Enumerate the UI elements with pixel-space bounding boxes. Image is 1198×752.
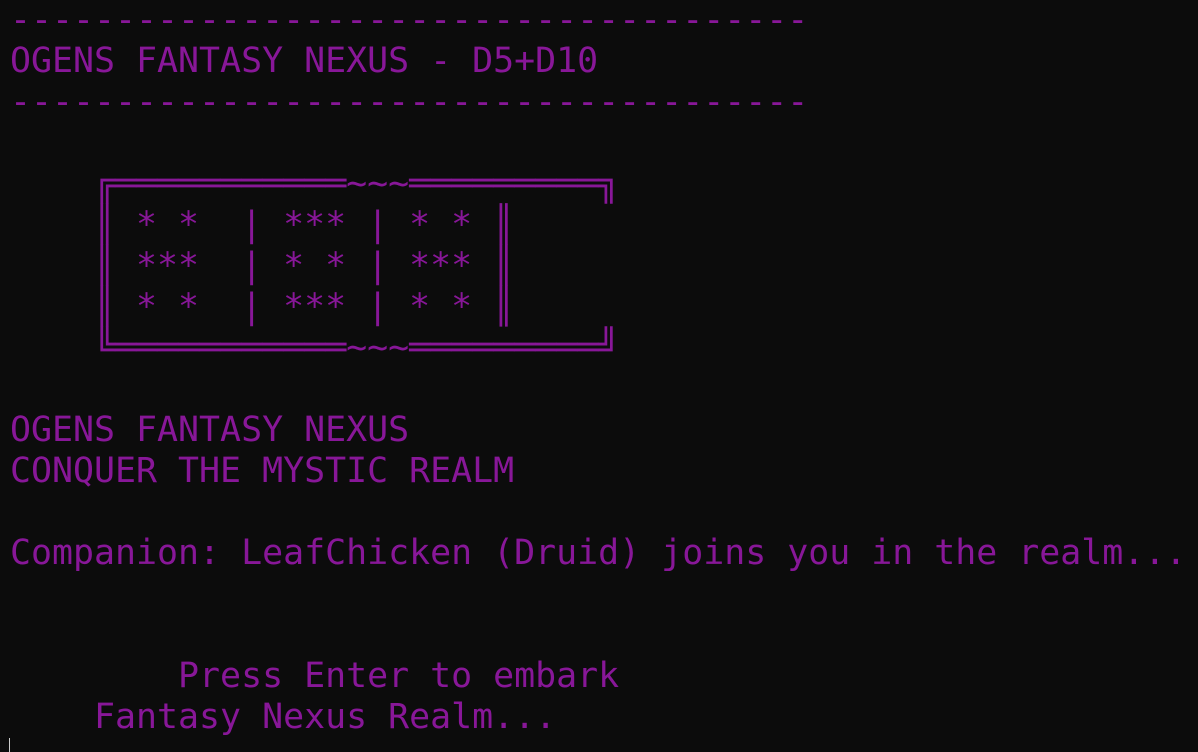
terminal-window[interactable]: -------------------------------------- O… (0, 0, 1198, 752)
game-header-title: OGENS FANTASY NEXUS - D5+D10 (10, 41, 599, 81)
game-subtitle: CONQUER THE MYSTIC REALM (10, 451, 515, 491)
game-title: OGENS FANTASY NEXUS (10, 410, 410, 450)
banner-frame-bottom: ╚═══════════~~~═════════╝ (10, 328, 620, 368)
text-cursor (9, 738, 10, 752)
banner-dice-row: ║ * * | *** | * * ║ (10, 205, 515, 245)
banner-dice-row: ║ * * | *** | * * ║ (10, 287, 515, 327)
header-divider-bottom: -------------------------------------- (10, 82, 809, 122)
companion-message: Companion: LeafChicken (Druid) joins you… (10, 533, 1187, 573)
banner-dice-row: ║ *** | * * | *** ║ (10, 246, 515, 286)
press-enter-prompt: Press Enter to embark (10, 656, 620, 696)
banner-frame-top: ╔═══════════~~~═════════╗ (10, 164, 620, 204)
realm-name-text: Fantasy Nexus Realm... (10, 697, 557, 737)
header-divider-top: -------------------------------------- (10, 0, 809, 40)
